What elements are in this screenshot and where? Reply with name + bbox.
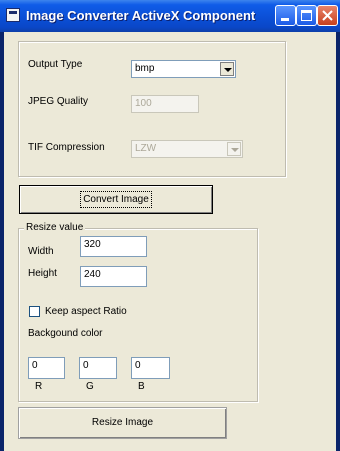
maximize-button[interactable] bbox=[296, 5, 317, 26]
app-window: Image Converter ActiveX Component Output… bbox=[0, 0, 340, 451]
client-area: Output Type bmp JPEG Quality 100 TIF Com… bbox=[4, 32, 336, 451]
keep-aspect-checkbox[interactable] bbox=[29, 306, 40, 317]
app-icon[interactable] bbox=[6, 8, 20, 22]
width-label: Width bbox=[28, 246, 54, 257]
close-button[interactable] bbox=[317, 5, 338, 26]
minimize-button[interactable] bbox=[275, 5, 296, 26]
chevron-down-icon[interactable] bbox=[220, 62, 234, 76]
jpeg-quality-field[interactable]: 100 bbox=[131, 95, 199, 113]
g-field[interactable]: 0 bbox=[79, 357, 117, 379]
tif-compression-label: TIF Compression bbox=[28, 142, 105, 153]
output-type-label: Output Type bbox=[28, 59, 83, 70]
tif-compression-value: LZW bbox=[135, 143, 157, 154]
close-icon bbox=[322, 10, 333, 21]
width-field[interactable]: 320 bbox=[80, 236, 147, 257]
title-bar[interactable]: Image Converter ActiveX Component bbox=[0, 0, 340, 32]
r-label: R bbox=[35, 381, 43, 392]
keep-aspect-label: Keep aspect Ratio bbox=[45, 306, 127, 317]
g-label: G bbox=[86, 381, 94, 392]
minimize-icon bbox=[281, 18, 289, 21]
r-field[interactable]: 0 bbox=[28, 357, 65, 379]
b-label: B bbox=[138, 381, 145, 392]
convert-image-button[interactable]: Convert Image bbox=[19, 185, 213, 214]
tif-compression-select[interactable]: LZW bbox=[131, 140, 243, 158]
maximize-icon bbox=[301, 10, 312, 21]
output-type-select[interactable]: bmp bbox=[131, 60, 236, 78]
b-field[interactable]: 0 bbox=[131, 357, 170, 379]
resize-image-button[interactable]: Resize Image bbox=[18, 407, 227, 439]
height-field[interactable]: 240 bbox=[80, 266, 147, 287]
height-label: Height bbox=[28, 268, 57, 279]
convert-image-label: Convert Image bbox=[80, 191, 152, 208]
resize-image-label: Resize Image bbox=[91, 417, 154, 428]
jpeg-quality-label: JPEG Quality bbox=[28, 96, 89, 107]
window-title: Image Converter ActiveX Component bbox=[26, 8, 256, 23]
resize-group-title: Resize value bbox=[24, 222, 86, 233]
output-type-value: bmp bbox=[135, 63, 155, 74]
background-color-label: Backgound color bbox=[28, 328, 103, 339]
chevron-down-icon[interactable] bbox=[227, 142, 241, 156]
